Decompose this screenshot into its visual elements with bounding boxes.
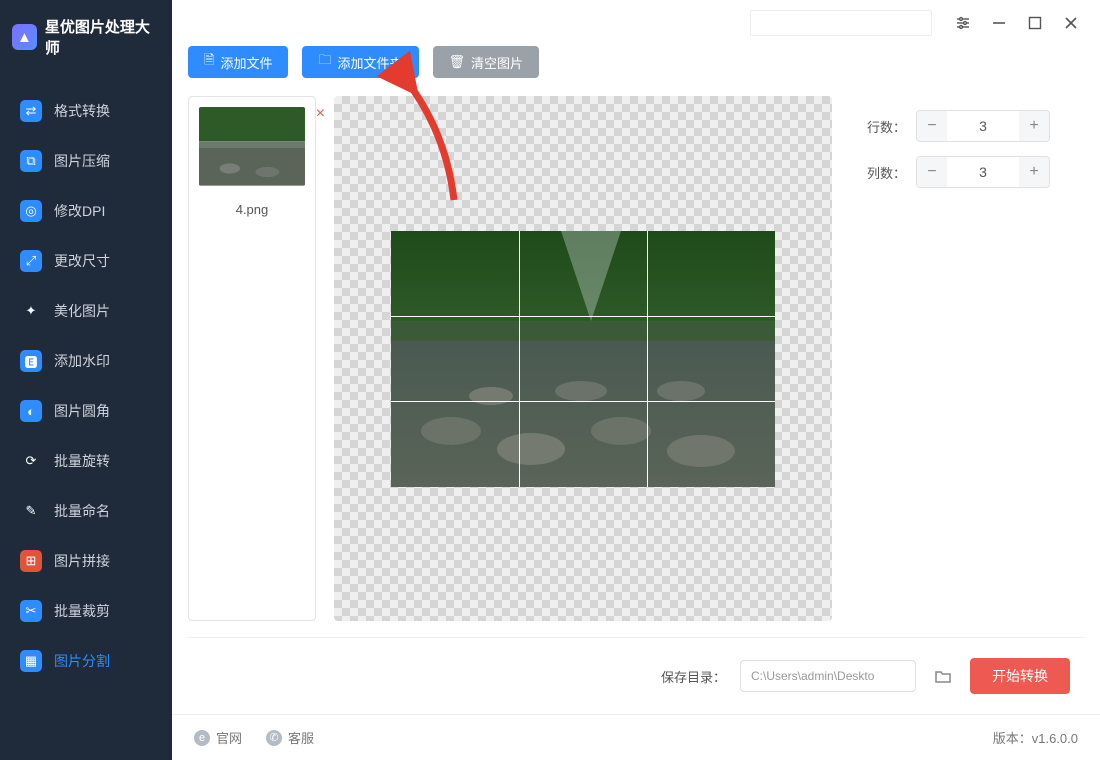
sidebar-item-4[interactable]: ✦ 美化图片 bbox=[0, 286, 172, 336]
sidebar-item-label: 批量旋转 bbox=[54, 451, 110, 471]
nav: ⇄ 格式转换 ⧉ 图片压缩 ◎ 修改DPI ⤢ 更改尺寸 ✦ 美化图片 🅴 添加水印 ◐ 图片圆角 ⟳ 批量旋… bbox=[0, 74, 172, 760]
sidebar-item-3[interactable]: ⤢ 更改尺寸 bbox=[0, 236, 172, 286]
sidebar-item-label: 图片压缩 bbox=[54, 151, 110, 171]
sidebar-item-label: 更改尺寸 bbox=[54, 251, 110, 271]
save-dir-label: 保存目录： bbox=[661, 667, 726, 686]
grid-line bbox=[647, 231, 648, 487]
nav-icon: ▦ bbox=[20, 650, 42, 672]
sidebar-item-11[interactable]: ▦ 图片分割 bbox=[0, 636, 172, 686]
rows-setting: 行数： − + bbox=[862, 110, 1084, 142]
nav-icon: ⇄ bbox=[20, 100, 42, 122]
rows-decrement-button[interactable]: − bbox=[917, 111, 947, 141]
sidebar-item-label: 批量裁剪 bbox=[54, 601, 110, 621]
sidebar-item-1[interactable]: ⧉ 图片压缩 bbox=[0, 136, 172, 186]
trash-icon: 🗑 bbox=[449, 54, 466, 70]
footer: e 官网 ✆ 客服 版本：v1.6.0.0 bbox=[172, 714, 1100, 760]
rows-increment-button[interactable]: + bbox=[1019, 111, 1049, 141]
sidebar-item-10[interactable]: ✂ 批量裁剪 bbox=[0, 586, 172, 636]
cols-stepper: − + bbox=[916, 156, 1050, 188]
rows-input[interactable] bbox=[947, 111, 1019, 141]
add-folder-button[interactable]: 🗀 添加文件夹 bbox=[302, 46, 418, 78]
nav-icon: ◎ bbox=[20, 200, 42, 222]
globe-icon: e bbox=[194, 730, 210, 746]
grid-line bbox=[391, 316, 775, 317]
cols-decrement-button[interactable]: − bbox=[917, 157, 947, 187]
sidebar-item-8[interactable]: ✎ 批量命名 bbox=[0, 486, 172, 536]
version-text: 版本：v1.6.0.0 bbox=[993, 728, 1078, 747]
clear-button[interactable]: 🗑 清空图片 bbox=[433, 46, 540, 78]
nav-icon: 🅴 bbox=[20, 350, 42, 372]
sidebar-item-2[interactable]: ◎ 修改DPI bbox=[0, 186, 172, 236]
support-icon: ✆ bbox=[266, 730, 282, 746]
maximize-icon[interactable] bbox=[1026, 14, 1044, 32]
titlebar bbox=[172, 0, 1100, 46]
toolbar: 🗎 添加文件 🗀 添加文件夹 🗑 清空图片 bbox=[172, 46, 1100, 96]
grid-line bbox=[519, 231, 520, 487]
sidebar-item-label: 格式转换 bbox=[54, 101, 110, 121]
sidebar-item-9[interactable]: ⊞ 图片拼接 bbox=[0, 536, 172, 586]
sidebar: ▲ 星优图片处理大师 ⇄ 格式转换 ⧉ 图片压缩 ◎ 修改DPI ⤢ 更改尺寸 ✦ 美化图片 🅴 添加… bbox=[0, 0, 172, 760]
close-icon[interactable] bbox=[1062, 14, 1080, 32]
sidebar-item-label: 图片拼接 bbox=[54, 551, 110, 571]
browse-folder-button[interactable] bbox=[930, 663, 956, 689]
remove-thumbnail-icon[interactable]: × bbox=[316, 105, 325, 123]
sidebar-item-label: 图片圆角 bbox=[54, 401, 110, 421]
sidebar-item-label: 添加水印 bbox=[54, 351, 110, 371]
app-logo: ▲ 星优图片处理大师 bbox=[0, 0, 172, 74]
sidebar-item-label: 美化图片 bbox=[54, 301, 110, 321]
sidebar-item-0[interactable]: ⇄ 格式转换 bbox=[0, 86, 172, 136]
settings-panel: 行数： − + 列数： − + bbox=[850, 96, 1084, 621]
sidebar-item-label: 图片分割 bbox=[54, 651, 110, 671]
sidebar-item-label: 批量命名 bbox=[54, 501, 110, 521]
thumbnail-panel: × 4.png bbox=[188, 96, 316, 621]
cols-input[interactable] bbox=[947, 157, 1019, 187]
save-path-input[interactable] bbox=[740, 660, 916, 692]
sidebar-item-label: 修改DPI bbox=[54, 201, 105, 221]
nav-icon: ✦ bbox=[20, 300, 42, 322]
support-link[interactable]: ✆ 客服 bbox=[266, 728, 314, 747]
app-title: 星优图片处理大师 bbox=[45, 16, 160, 58]
nav-icon: ⊞ bbox=[20, 550, 42, 572]
start-convert-button[interactable]: 开始转换 bbox=[970, 658, 1070, 694]
folder-icon: 🗀 bbox=[318, 51, 331, 73]
sidebar-item-5[interactable]: 🅴 添加水印 bbox=[0, 336, 172, 386]
thumbnail-image bbox=[199, 107, 305, 186]
settings-icon[interactable] bbox=[954, 14, 972, 32]
cols-setting: 列数： − + bbox=[862, 156, 1084, 188]
nav-icon: ✂ bbox=[20, 600, 42, 622]
add-file-button[interactable]: 🗎 添加文件 bbox=[188, 46, 288, 78]
search-slot[interactable] bbox=[750, 10, 932, 36]
official-site-link[interactable]: e 官网 bbox=[194, 728, 242, 747]
rows-stepper: − + bbox=[916, 110, 1050, 142]
grid-line bbox=[391, 401, 775, 402]
preview-panel bbox=[334, 96, 832, 621]
cols-label: 列数： bbox=[862, 163, 906, 182]
main: 🗎 添加文件 🗀 添加文件夹 🗑 清空图片 bbox=[172, 0, 1100, 760]
cols-increment-button[interactable]: + bbox=[1019, 157, 1049, 187]
thumbnail-filename: 4.png bbox=[236, 202, 269, 217]
thumbnail-item[interactable]: × bbox=[199, 107, 305, 186]
sidebar-item-6[interactable]: ◐ 图片圆角 bbox=[0, 386, 172, 436]
rows-label: 行数： bbox=[862, 117, 906, 136]
file-icon: 🗎 bbox=[204, 51, 214, 73]
preview-image bbox=[391, 231, 775, 487]
app-logo-icon: ▲ bbox=[12, 24, 37, 50]
nav-icon: ◐ bbox=[20, 400, 42, 422]
nav-icon: ⟳ bbox=[20, 450, 42, 472]
nav-icon: ⧉ bbox=[20, 150, 42, 172]
content: × 4.png bbox=[172, 96, 1100, 621]
nav-icon: ✎ bbox=[20, 500, 42, 522]
bottom-bar: 保存目录： 开始转换 bbox=[188, 637, 1084, 714]
sidebar-item-7[interactable]: ⟳ 批量旋转 bbox=[0, 436, 172, 486]
minimize-icon[interactable] bbox=[990, 14, 1008, 32]
nav-icon: ⤢ bbox=[20, 250, 42, 272]
preview-image-wrap bbox=[391, 231, 775, 487]
